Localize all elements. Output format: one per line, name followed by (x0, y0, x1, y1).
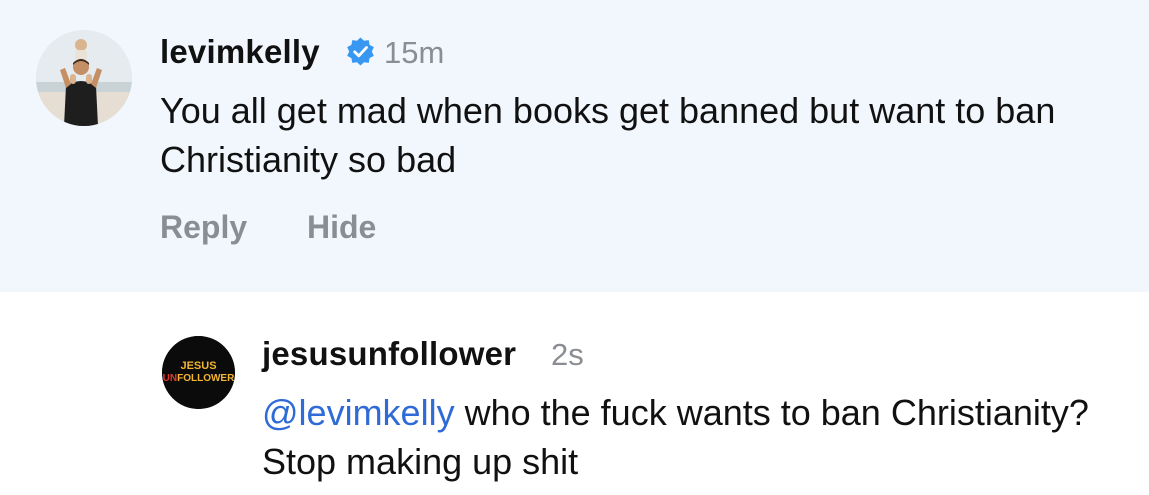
jesus-unfollower-logo: JESUS UNFOLLOWER (162, 336, 235, 409)
avatar[interactable] (36, 30, 132, 126)
reply-username[interactable]: jesusunfollower (262, 335, 516, 373)
avatar-photo (36, 30, 132, 126)
logo-line-2: UNFOLLOWER (163, 373, 235, 384)
logo-line-1: JESUS (180, 360, 216, 372)
verified-badge-icon (347, 37, 374, 66)
reply-button[interactable]: Reply (160, 207, 247, 247)
comment-username[interactable]: levimkelly (160, 33, 320, 71)
highlighted-comment: levimkelly 15m You all get mad when book… (0, 0, 1149, 292)
reply-timestamp: 2s (551, 337, 584, 372)
comment-text: You all get mad when books get banned bu… (160, 90, 1056, 180)
mention-link[interactable]: @levimkelly (262, 392, 455, 433)
avatar[interactable]: JESUS UNFOLLOWER (162, 336, 235, 409)
reply-text: @levimkelly who the fuck wants to ban Ch… (262, 388, 1122, 486)
hide-button[interactable]: Hide (307, 207, 376, 247)
comment-timestamp: 15m (384, 35, 445, 70)
